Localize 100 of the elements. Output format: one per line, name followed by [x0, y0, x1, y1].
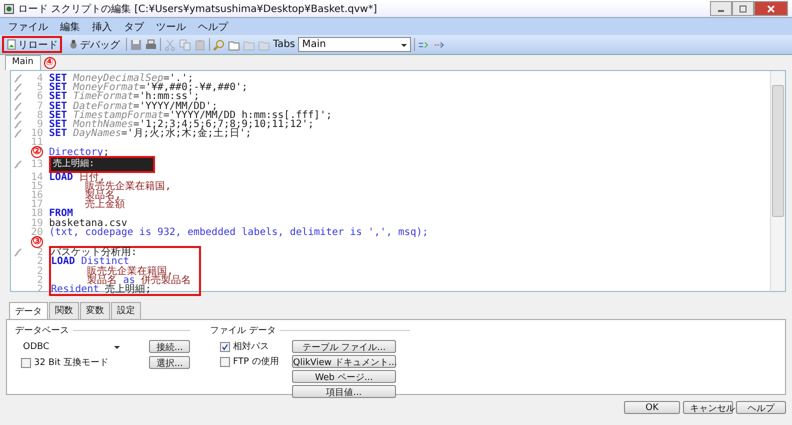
checkbox[interactable] — [220, 356, 230, 366]
app-icon — [4, 4, 14, 14]
code-token: (txt, codepage is 932, embedded labels, delimiter is ',', msq); — [49, 228, 428, 238]
checkbox-label: 32 Bit 互換モード — [34, 356, 108, 369]
document-icon — [6, 39, 17, 50]
file-source-button[interactable]: テーブル ファイル... — [292, 340, 396, 353]
folder-icon[interactable] — [258, 38, 270, 50]
code-token: ; — [103, 148, 110, 157]
copy-icon[interactable] — [179, 38, 191, 50]
folder-icon[interactable] — [243, 38, 255, 50]
line-number: 4 — [36, 74, 43, 84]
code-token: LOAD — [49, 172, 74, 182]
menu-item[interactable]: ツール — [156, 20, 186, 34]
checkbox[interactable] — [21, 358, 31, 368]
dialog-button[interactable]: OK — [624, 401, 680, 414]
checkbox-label: FTP の使用 — [233, 356, 279, 368]
group-title: データベース — [15, 325, 69, 337]
code-token: ='.'; — [163, 74, 194, 84]
code-token: basketana.csv — [49, 218, 128, 228]
script-tab[interactable]: Main — [5, 55, 40, 70]
code-token: 併売製品名 — [141, 276, 192, 285]
close-icon — [766, 4, 776, 12]
line-number: 13 — [30, 160, 43, 170]
pin-icon[interactable] — [12, 129, 22, 138]
annotation-number: ④ — [44, 56, 56, 68]
tab-dropdown[interactable]: Main — [298, 37, 412, 52]
dialog-button[interactable]: キャンセル — [683, 401, 733, 414]
line-number: 2 — [36, 248, 43, 258]
maximize-icon — [738, 4, 748, 12]
code-token: 日付, — [78, 172, 106, 182]
code-token: DayNames — [72, 129, 122, 138]
code-token: MonthNames — [72, 120, 134, 130]
code-token: SET — [49, 74, 68, 84]
line-number: 15 — [30, 182, 43, 192]
group-title: ファイル データ — [210, 325, 276, 337]
person-icon — [68, 39, 79, 50]
code-token: ='¥#,##0;-¥#,##0'; — [139, 83, 248, 92]
reload-button[interactable]: リロード — [2, 36, 62, 53]
pin-icon[interactable] — [12, 248, 22, 258]
file-source-button[interactable]: 項目値... — [292, 385, 396, 398]
print-icon[interactable] — [145, 38, 157, 50]
menu-item[interactable]: 編集 — [60, 20, 80, 34]
minimize-button[interactable] — [710, 1, 732, 16]
pin-icon[interactable] — [12, 83, 22, 92]
close-button[interactable] — [754, 1, 788, 16]
file-source-button[interactable]: QlikView ドキュメント... — [292, 355, 396, 368]
pin-icon[interactable] — [12, 92, 22, 102]
checkbox-label: 相対パス — [233, 340, 269, 353]
line-number: 7 — [36, 102, 43, 111]
checkbox[interactable] — [220, 342, 230, 352]
line-number: 19 — [30, 218, 43, 228]
code-token: SET — [49, 83, 68, 92]
code-token: 売上明細; — [105, 284, 152, 294]
line-number: 9 — [36, 120, 43, 130]
panel-tab[interactable]: データ — [9, 302, 48, 319]
menu-item[interactable]: ヘルプ — [198, 20, 228, 34]
line-number: 6 — [36, 92, 43, 102]
panel-tab[interactable]: 変数 — [80, 302, 110, 319]
line-number: 17 — [30, 200, 43, 210]
line-number: 5 — [36, 83, 43, 92]
scrollbar[interactable] — [770, 71, 785, 291]
line-number: 20 — [30, 228, 43, 238]
line-number: 8 — [36, 110, 43, 120]
menu-item[interactable]: 挿入 — [92, 20, 112, 34]
code-token: Distinct — [80, 257, 130, 267]
line-number: 14 — [30, 172, 43, 182]
cut-icon[interactable] — [164, 38, 176, 50]
menu-item[interactable]: タブ — [124, 20, 144, 34]
code-token: 製品名, — [84, 191, 122, 200]
pin-icon[interactable] — [12, 102, 22, 111]
select-button[interactable]: 選択... — [149, 356, 190, 369]
code-token: TimestampFormat — [73, 110, 164, 120]
dialog-button[interactable]: ヘルプ — [736, 401, 786, 414]
maximize-button[interactable] — [732, 1, 754, 16]
code-token: バスケット分析用: — [51, 248, 138, 258]
line-number: 11 — [30, 138, 43, 148]
code-token: 売上明細: — [49, 156, 155, 174]
panel-tab[interactable]: 設定 — [111, 302, 141, 319]
code-token: TimeFormat — [73, 92, 134, 102]
pin-icon[interactable] — [12, 74, 22, 84]
code-token: 販売先企業在籍国, — [86, 266, 174, 276]
code-token: ='YYYY/MM/DD'; — [133, 102, 218, 111]
file-source-button[interactable]: Web ページ... — [292, 370, 396, 383]
pin-icon[interactable] — [12, 110, 22, 120]
save-icon[interactable] — [130, 38, 142, 50]
folder-icon[interactable] — [228, 38, 240, 50]
code-token: SET — [49, 102, 68, 111]
paste-icon[interactable] — [194, 38, 206, 50]
pin-icon[interactable] — [12, 120, 22, 130]
code-token: MoneyDecimalSep — [72, 74, 164, 84]
search-icon[interactable] — [213, 38, 225, 50]
code-token: Directory — [49, 148, 104, 157]
menu-item[interactable]: ファイル — [8, 20, 48, 34]
debug-button[interactable]: デバッグ — [65, 36, 123, 53]
code-token: Resident — [51, 284, 100, 294]
pin-icon[interactable] — [12, 160, 22, 170]
panel-tab[interactable]: 関数 — [49, 302, 79, 319]
connect-button[interactable]: 接続... — [149, 340, 190, 353]
line-number: 2 — [36, 276, 43, 285]
code-token: 製品名 — [87, 276, 118, 285]
